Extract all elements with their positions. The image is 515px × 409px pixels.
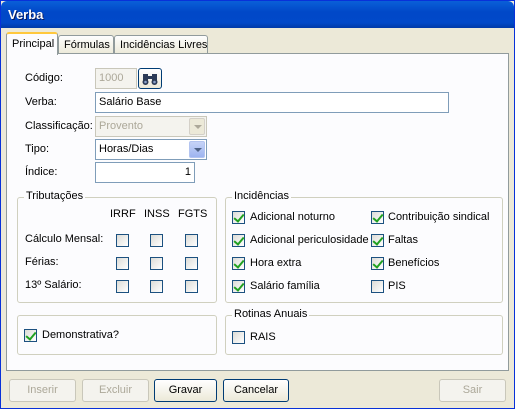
contribuicao-sindical-label[interactable]: Contribuição sindical	[388, 211, 490, 223]
demonstrativa-label[interactable]: Demonstrativa?	[42, 329, 119, 341]
tab-principal[interactable]: Principal	[6, 32, 58, 55]
rotinas-anuais-group: Rotinas Anuais RAIS	[225, 308, 503, 355]
salario-familia-label[interactable]: Salário família	[250, 280, 320, 292]
gravar-button[interactable]: Gravar	[154, 379, 217, 402]
tributacoes-group: Tributações IRRF INSS FGTS Cálculo Mensa…	[17, 190, 217, 303]
ferias-inss-checkbox[interactable]	[150, 257, 163, 270]
sair-label: Sair	[462, 384, 483, 396]
row-calculo-mensal-label: Cálculo Mensal:	[25, 233, 104, 245]
col-inss: INSS	[144, 208, 170, 220]
hora-extra-label[interactable]: Hora extra	[250, 257, 301, 269]
classificacao-select[interactable]: Provento	[95, 116, 207, 137]
tributacoes-title: Tributações	[24, 190, 86, 202]
indice-label: Índice:	[25, 166, 58, 178]
binoculars-icon	[142, 74, 158, 85]
adicional-noturno-label[interactable]: Adicional noturno	[250, 211, 335, 223]
tipo-label: Tipo:	[25, 143, 50, 155]
rais-label[interactable]: RAIS	[250, 331, 276, 343]
col-fgts: FGTS	[178, 208, 208, 220]
verba-label: Verba:	[25, 96, 57, 108]
ferias-fgts-checkbox[interactable]	[185, 257, 198, 270]
row-ferias-label: Férias:	[25, 256, 59, 268]
tipo-value: Horas/Dias	[99, 143, 154, 155]
calculo-mensal-fgts-checkbox[interactable]	[185, 234, 198, 247]
ferias-irrf-checkbox[interactable]	[116, 257, 129, 270]
incidencias-title: Incidências	[232, 190, 292, 202]
pis-label[interactable]: PIS	[388, 280, 406, 292]
contribuicao-sindical-checkbox[interactable]	[371, 211, 384, 224]
salario-familia-checkbox[interactable]	[232, 280, 245, 293]
inserir-button[interactable]: Inserir	[9, 379, 76, 402]
calculo-mensal-irrf-checkbox[interactable]	[116, 234, 129, 247]
codigo-label: Código:	[25, 72, 63, 84]
13-salario-irrf-checkbox[interactable]	[116, 280, 129, 293]
tipo-select[interactable]: Horas/Dias	[95, 139, 207, 160]
pis-checkbox[interactable]	[371, 280, 384, 293]
gravar-label: Gravar	[168, 384, 203, 396]
rais-checkbox[interactable]	[232, 331, 245, 344]
13-salario-fgts-checkbox[interactable]	[185, 280, 198, 293]
verba-window: Verba Principal Fórmulas Incidências Liv…	[0, 0, 515, 409]
col-irrf: IRRF	[110, 208, 136, 220]
excluir-label: Excluir	[98, 384, 132, 396]
chevron-down-icon	[189, 118, 205, 135]
codigo-input[interactable]: 1000	[95, 68, 137, 89]
title-bar[interactable]: Verba	[1, 1, 514, 28]
beneficios-label[interactable]: Benefícios	[388, 257, 439, 269]
faltas-checkbox[interactable]	[371, 234, 384, 247]
beneficios-checkbox[interactable]	[371, 257, 384, 270]
faltas-label[interactable]: Faltas	[388, 234, 418, 246]
classificacao-label: Classificação:	[25, 120, 93, 132]
classificacao-value: Provento	[99, 120, 144, 132]
rotinas-anuais-title: Rotinas Anuais	[232, 308, 310, 320]
inserir-label: Inserir	[27, 384, 58, 396]
tab-panel-principal: Código: 1000 Verba: Salário Base Classif…	[6, 53, 509, 371]
calculo-mensal-inss-checkbox[interactable]	[150, 234, 163, 247]
demonstrativa-group: Demonstrativa?	[17, 315, 217, 355]
adicional-periculosidade-checkbox[interactable]	[232, 234, 245, 247]
chevron-down-icon[interactable]	[189, 141, 205, 158]
demonstrativa-checkbox[interactable]	[24, 329, 37, 342]
adicional-noturno-checkbox[interactable]	[232, 211, 245, 224]
cancelar-button[interactable]: Cancelar	[223, 379, 289, 402]
hora-extra-checkbox[interactable]	[232, 257, 245, 270]
search-codigo-button[interactable]	[138, 68, 162, 89]
indice-input[interactable]: 1	[95, 162, 195, 183]
incidencias-group: Incidências Adicional noturno Contribuiç…	[225, 190, 503, 303]
row-13-salario-label: 13º Salário:	[25, 279, 82, 291]
adicional-periculosidade-label[interactable]: Adicional periculosidade	[250, 234, 369, 246]
cancelar-label: Cancelar	[233, 384, 279, 396]
verba-input[interactable]: Salário Base	[95, 92, 449, 113]
tab-incidencias-livres[interactable]: Incidências Livres	[114, 35, 208, 54]
excluir-button[interactable]: Excluir	[82, 379, 149, 402]
tab-formulas[interactable]: Fórmulas	[58, 35, 114, 54]
13-salario-inss-checkbox[interactable]	[150, 280, 163, 293]
sair-button[interactable]: Sair	[439, 379, 506, 402]
window-title: Verba	[8, 7, 44, 22]
